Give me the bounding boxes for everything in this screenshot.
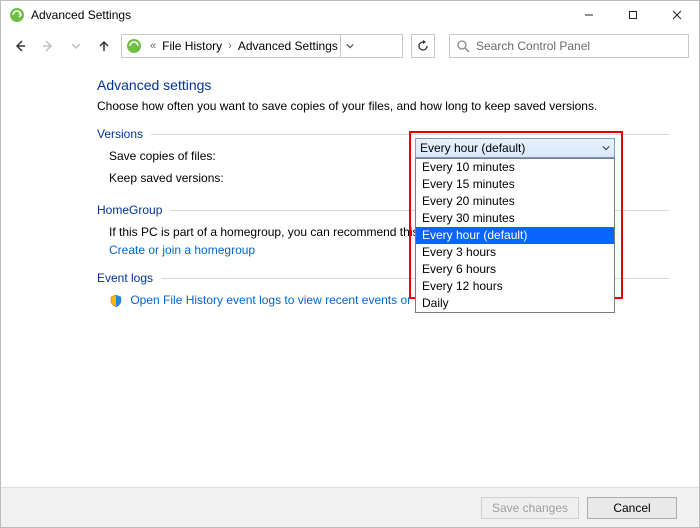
save-changes-button[interactable]: Save changes: [481, 497, 579, 519]
dropdown-option[interactable]: Every hour (default): [416, 227, 614, 244]
minimize-button[interactable]: [567, 1, 611, 29]
save-copies-dropdown[interactable]: Every hour (default) Every 10 minutesEve…: [415, 138, 615, 313]
dropdown-option[interactable]: Every 3 hours: [416, 244, 614, 261]
title-bar: Advanced Settings: [1, 1, 699, 29]
breadcrumb-item[interactable]: File History: [160, 39, 224, 53]
refresh-button[interactable]: [411, 34, 435, 58]
address-bar[interactable]: « File History › Advanced Settings: [121, 34, 403, 58]
nav-bar: « File History › Advanced Settings Searc…: [1, 29, 699, 63]
dropdown-list: Every 10 minutesEvery 15 minutesEvery 20…: [415, 158, 615, 313]
dropdown-option[interactable]: Every 6 hours: [416, 261, 614, 278]
address-dropdown-button[interactable]: [340, 35, 360, 57]
arrow-up-icon: [97, 39, 111, 53]
recent-locations-button[interactable]: [65, 35, 87, 57]
dropdown-option[interactable]: Every 12 hours: [416, 278, 614, 295]
chevron-down-icon: [602, 144, 610, 152]
chevron-down-icon: [71, 41, 81, 51]
app-icon: [126, 38, 142, 54]
search-placeholder: Search Control Panel: [476, 39, 590, 53]
shield-icon: [109, 294, 123, 308]
chevron-down-icon: [346, 42, 354, 50]
page-description: Choose how often you want to save copies…: [97, 99, 669, 113]
forward-button[interactable]: [37, 35, 59, 57]
dropdown-option[interactable]: Daily: [416, 295, 614, 312]
save-copies-label: Save copies of files:: [109, 149, 409, 163]
footer-bar: Save changes Cancel: [1, 487, 699, 527]
eventlogs-link[interactable]: Open File History event logs to view rec…: [130, 293, 445, 307]
maximize-button[interactable]: [611, 1, 655, 29]
dropdown-option[interactable]: Every 30 minutes: [416, 210, 614, 227]
dropdown-option[interactable]: Every 15 minutes: [416, 176, 614, 193]
window-title: Advanced Settings: [31, 8, 567, 22]
app-icon: [9, 7, 25, 23]
arrow-right-icon: [41, 39, 55, 53]
back-button[interactable]: [9, 35, 31, 57]
keep-versions-label: Keep saved versions:: [109, 171, 409, 185]
dropdown-option[interactable]: Every 10 minutes: [416, 159, 614, 176]
search-icon: [456, 39, 470, 53]
close-button[interactable]: [655, 1, 699, 29]
up-button[interactable]: [93, 35, 115, 57]
dropdown-option[interactable]: Every 20 minutes: [416, 193, 614, 210]
refresh-icon: [417, 40, 429, 52]
dropdown-selected-label: Every hour (default): [420, 141, 525, 155]
breadcrumb-prefix: «: [146, 40, 160, 52]
arrow-left-icon: [13, 39, 27, 53]
search-input[interactable]: Search Control Panel: [449, 34, 689, 58]
dropdown-selected[interactable]: Every hour (default): [415, 138, 615, 158]
chevron-right-icon: ›: [224, 40, 236, 52]
breadcrumb-item[interactable]: Advanced Settings: [236, 39, 340, 53]
cancel-button[interactable]: Cancel: [587, 497, 677, 519]
page-title: Advanced settings: [97, 77, 669, 93]
